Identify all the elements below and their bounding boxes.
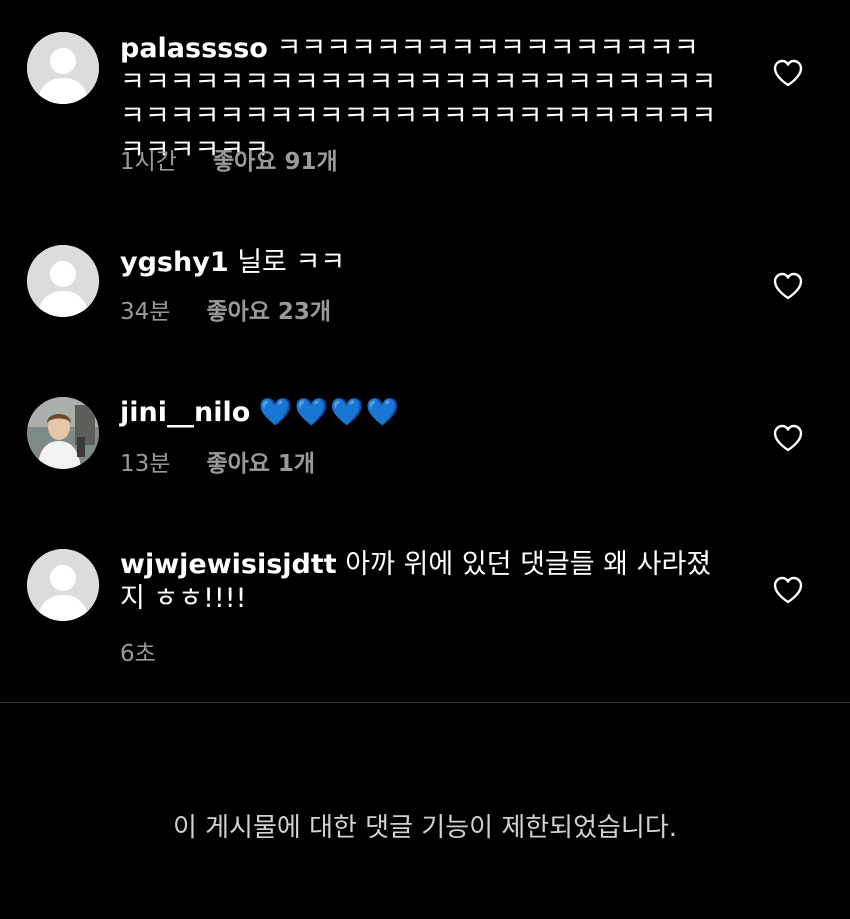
comment-likes[interactable]: 좋아요 23개	[206, 299, 331, 325]
default-avatar-icon[interactable]	[27, 32, 99, 104]
heart-outline-icon[interactable]	[772, 271, 804, 301]
comment-meta: 34분 좋아요 23개	[120, 298, 331, 326]
comment-body: ygshy1 닐로 ㅋㅋ	[120, 246, 720, 280]
profile-photo-avatar[interactable]	[27, 397, 99, 469]
comment-body: jini__nilo 💙💙💙💙	[120, 396, 720, 430]
comment-username[interactable]: ygshy1	[120, 247, 229, 278]
comment-meta: 6초	[120, 640, 156, 668]
comment-time: 13분	[120, 451, 171, 477]
comment-username[interactable]: palasssso	[120, 33, 268, 64]
heart-outline-icon[interactable]	[772, 423, 804, 453]
comment-likes[interactable]: 좋아요 91개	[213, 149, 338, 175]
comment-body: wjwjewisisjdtt 아까 위에 있던 댓글들 왜 사라졌지 ㅎㅎ!!!…	[120, 548, 720, 616]
default-avatar-icon[interactable]	[27, 549, 99, 621]
comment-likes[interactable]: 좋아요 1개	[206, 451, 315, 477]
comment-username[interactable]: jini__nilo	[120, 397, 250, 428]
comment-time: 34분	[120, 299, 171, 325]
comment-meta: 1시간 좋아요 91개	[120, 148, 338, 176]
divider	[0, 702, 850, 703]
default-avatar-icon[interactable]	[27, 245, 99, 317]
comment-meta: 13분 좋아요 1개	[120, 450, 315, 478]
blue-heart-emoji: 💙💙💙💙	[258, 397, 402, 428]
comments-restricted-notice: 이 게시물에 대한 댓글 기능이 제한되었습니다.	[172, 813, 678, 843]
comment-time: 1시간	[120, 149, 177, 175]
heart-outline-icon[interactable]	[772, 575, 804, 605]
comment-text: 닐로 ㅋㅋ	[237, 247, 346, 278]
comment-username[interactable]: wjwjewisisjdtt	[120, 549, 337, 580]
heart-outline-icon[interactable]	[772, 58, 804, 88]
comment-time: 6초	[120, 641, 156, 667]
